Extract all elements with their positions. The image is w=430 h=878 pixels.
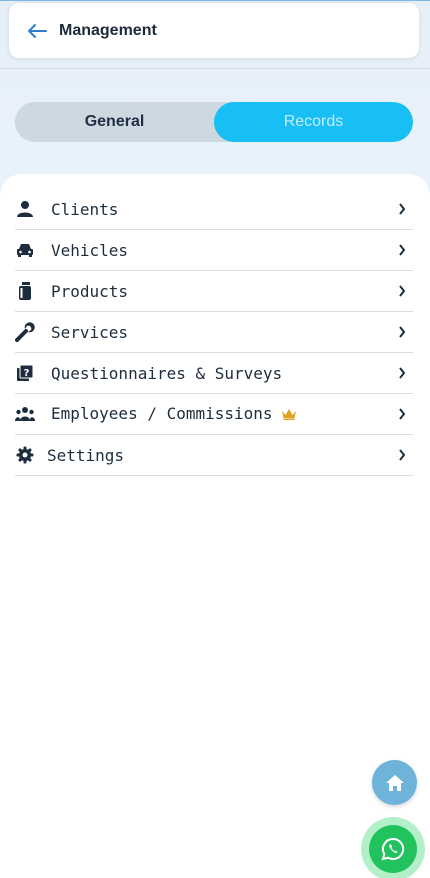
people-icon bbox=[15, 404, 35, 424]
chevron-right-icon bbox=[397, 243, 407, 257]
car-icon bbox=[15, 240, 35, 260]
chevron-right-icon bbox=[397, 202, 407, 216]
crown-icon bbox=[281, 405, 297, 424]
whatsapp-icon bbox=[381, 837, 405, 861]
tab-general[interactable]: General bbox=[15, 102, 214, 142]
page-title: Management bbox=[59, 21, 157, 39]
chevron-right-icon bbox=[397, 284, 407, 298]
menu-item-services[interactable]: Services bbox=[15, 312, 413, 353]
tab-records[interactable]: Records bbox=[214, 102, 413, 142]
menu-item-settings[interactable]: Settings bbox=[15, 435, 413, 476]
tab-bar: General Records bbox=[15, 102, 413, 142]
home-button[interactable] bbox=[372, 760, 417, 805]
chevron-right-icon bbox=[397, 325, 407, 339]
svg-text:?: ? bbox=[24, 368, 30, 379]
menu-item-label: Clients bbox=[51, 199, 119, 219]
menu-item-clients[interactable]: Clients bbox=[15, 189, 413, 230]
menu-item-label: Vehicles bbox=[51, 240, 129, 260]
header-divider bbox=[0, 68, 430, 69]
header-bar: Management bbox=[9, 3, 419, 58]
chevron-right-icon bbox=[397, 407, 407, 421]
question-book-icon: ? bbox=[15, 363, 35, 383]
gear-icon bbox=[15, 445, 35, 465]
home-icon bbox=[385, 774, 404, 791]
chevron-right-icon bbox=[397, 366, 407, 380]
menu-item-label: Products bbox=[51, 281, 129, 301]
person-icon bbox=[15, 199, 35, 219]
menu-item-questionnaires[interactable]: ? Questionnaires & Surveys bbox=[15, 353, 413, 394]
wrench-icon bbox=[15, 322, 35, 342]
menu-item-vehicles[interactable]: Vehicles bbox=[15, 230, 413, 271]
menu-item-products[interactable]: Products bbox=[15, 271, 413, 312]
records-menu: Clients Vehicles Products Services ? Que… bbox=[15, 189, 413, 476]
menu-item-label: Settings bbox=[47, 445, 125, 465]
arrow-left-icon bbox=[28, 23, 47, 38]
chevron-right-icon bbox=[397, 448, 407, 462]
menu-item-label: Questionnaires & Surveys bbox=[51, 363, 283, 383]
whatsapp-button[interactable] bbox=[369, 825, 417, 873]
menu-item-label: Employees / Commissions bbox=[51, 404, 297, 424]
menu-item-label-text: Employees / Commissions bbox=[51, 404, 273, 423]
menu-item-label: Services bbox=[51, 322, 129, 342]
product-box-icon bbox=[15, 281, 35, 301]
back-button[interactable] bbox=[26, 20, 48, 42]
menu-item-employees[interactable]: Employees / Commissions bbox=[15, 394, 413, 435]
